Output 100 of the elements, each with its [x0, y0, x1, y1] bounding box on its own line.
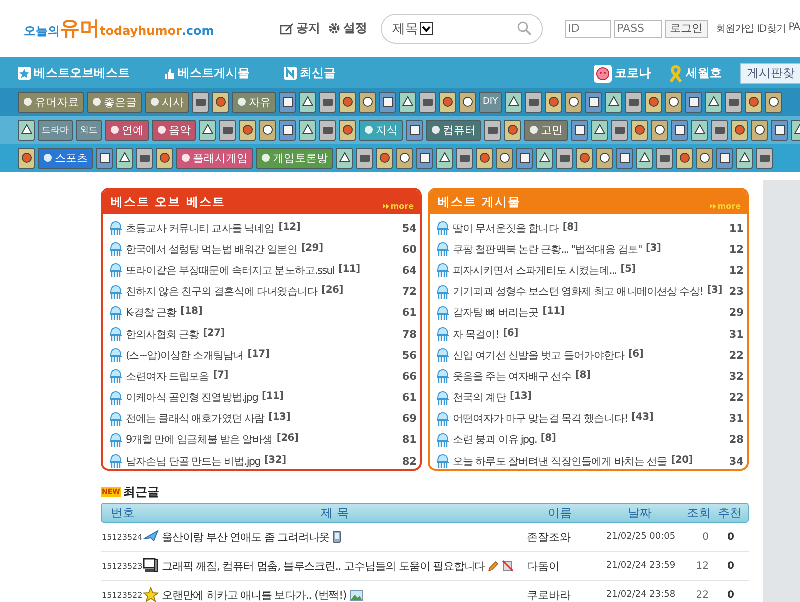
- board-button[interactable]: [756, 148, 773, 168]
- board-button[interactable]: [259, 120, 276, 140]
- board-button[interactable]: [556, 148, 573, 168]
- board-button[interactable]: [376, 148, 393, 168]
- post-title-link[interactable]: 감자탕 뼈 버리는곳: [453, 306, 539, 320]
- board-button[interactable]: [476, 148, 493, 168]
- board-button[interactable]: [279, 120, 296, 140]
- board-button[interactable]: [645, 92, 662, 112]
- notice-link[interactable]: 공지: [280, 20, 320, 37]
- search-field[interactable]: 제목: [381, 14, 544, 44]
- board-button[interactable]: [705, 92, 722, 112]
- board-button[interactable]: [399, 92, 416, 112]
- post-title-link[interactable]: 천국의 계단: [453, 391, 506, 406]
- board-button[interactable]: [359, 92, 376, 112]
- post-title-link[interactable]: (스~압)이상한 소개팅남녀: [126, 348, 244, 363]
- board-button[interactable]: [636, 148, 653, 168]
- board-button[interactable]: [18, 120, 35, 140]
- board-button[interactable]: [505, 92, 522, 112]
- settings-link[interactable]: 설정: [328, 20, 368, 37]
- board-button[interactable]: [396, 148, 413, 168]
- board-button[interactable]: [545, 92, 562, 112]
- board-button[interactable]: [696, 148, 713, 168]
- board-button[interactable]: 좋은글: [87, 92, 142, 112]
- post-title-link[interactable]: 쿠팡 철판맥북 논란 근황... "법적대응 검토": [453, 242, 642, 257]
- board-button[interactable]: [339, 92, 356, 112]
- post-title-link[interactable]: 딸이 무서운짓을 합니다: [453, 222, 559, 236]
- board-button[interactable]: [339, 120, 356, 140]
- board-button[interactable]: [136, 148, 153, 168]
- scope-dropdown[interactable]: 제목: [392, 20, 434, 38]
- board-button[interactable]: [596, 148, 613, 168]
- board-button[interactable]: [565, 92, 582, 112]
- post-title-link[interactable]: 남자손님 단골 만드는 비법.jpg: [126, 454, 260, 469]
- board-button[interactable]: [751, 120, 768, 140]
- board-button[interactable]: [96, 148, 113, 168]
- board-button[interactable]: [379, 92, 396, 112]
- board-button[interactable]: 컴퓨터: [426, 120, 481, 140]
- logo[interactable]: 오늘의 유머 todayhumor.com: [22, 15, 216, 42]
- board-button[interactable]: [299, 92, 316, 112]
- board-button[interactable]: [299, 120, 316, 140]
- board-button[interactable]: [656, 148, 673, 168]
- board-button[interactable]: [416, 148, 433, 168]
- board-button[interactable]: [419, 92, 436, 112]
- board-button[interactable]: [536, 148, 553, 168]
- password-field[interactable]: PASS: [614, 20, 662, 38]
- board-button[interactable]: [676, 148, 693, 168]
- board-button[interactable]: [484, 120, 501, 140]
- board-button[interactable]: [725, 92, 742, 112]
- board-button[interactable]: [731, 120, 748, 140]
- post-title-link[interactable]: 소련여자 드립모음: [126, 370, 210, 384]
- board-button[interactable]: [219, 120, 236, 140]
- board-button[interactable]: [436, 148, 453, 168]
- account-link[interactable]: 회원가입: [716, 22, 754, 36]
- post-title-link[interactable]: 한국에서 설렁탕 먹는법 배워간 일본인: [126, 242, 298, 257]
- post-title-link[interactable]: 친하지 않은 친구의 결혼식에 다녀왔습니다: [126, 285, 318, 300]
- post-title-link[interactable]: 9개월 만에 임금체불 받은 알바생: [126, 433, 273, 448]
- post-title-link[interactable]: 전에는 클래식 애호가였던 사람: [126, 412, 265, 426]
- board-button[interactable]: [356, 148, 373, 168]
- post-title-link[interactable]: 그래픽 깨짐, 컴퓨터 멈춤, 블루스크린.. 고수님들의 도움이 필요합니다: [162, 558, 486, 574]
- board-button[interactable]: [771, 120, 788, 140]
- board-button[interactable]: [239, 120, 256, 140]
- board-button[interactable]: 음악: [152, 120, 196, 140]
- board-button[interactable]: [504, 120, 521, 140]
- post-title-link[interactable]: 피자시키면서 스파게티도 시켰는데...: [453, 264, 617, 278]
- post-title-link[interactable]: 초등교사 커뮤니티 교사를 닉네임: [126, 222, 275, 236]
- board-button[interactable]: [765, 92, 782, 112]
- board-button[interactable]: [651, 120, 668, 140]
- account-link[interactable]: PA: [788, 22, 800, 36]
- board-button[interactable]: [18, 148, 35, 168]
- board-button[interactable]: [665, 92, 682, 112]
- board-button[interactable]: [456, 148, 473, 168]
- login-button[interactable]: 로그인: [665, 20, 708, 38]
- board-button[interactable]: [611, 120, 628, 140]
- post-title-link[interactable]: 오랜만에 히카고 애니를 보다가.. (번쩍!): [162, 588, 347, 602]
- board-button[interactable]: 연예: [105, 120, 149, 140]
- board-button[interactable]: [496, 148, 513, 168]
- board-button[interactable]: [671, 120, 688, 140]
- board-button[interactable]: 유머자료: [18, 92, 84, 112]
- board-button[interactable]: [625, 92, 642, 112]
- post-title-link[interactable]: 신입 여기선 신발을 벗고 들어가야한다: [453, 348, 624, 363]
- board-button[interactable]: [711, 120, 728, 140]
- board-button[interactable]: 자유: [232, 92, 276, 112]
- board-button[interactable]: 스포츠: [38, 148, 93, 168]
- board-button[interactable]: 시사: [145, 92, 189, 112]
- post-title-link[interactable]: 울산이랑 부산 연애도 좀 그려려나옷: [162, 530, 330, 544]
- board-button[interactable]: [279, 92, 296, 112]
- board-button[interactable]: [716, 148, 733, 168]
- post-title-link[interactable]: 자 목걸이!: [453, 328, 500, 342]
- account-link[interactable]: ID찾기: [757, 22, 786, 36]
- board-button[interactable]: [685, 92, 702, 112]
- post-title-link[interactable]: 오늘 하루도 잘버텨낸 직장인들에게 바치는 선물: [453, 454, 668, 469]
- board-button[interactable]: [616, 148, 633, 168]
- board-button[interactable]: [319, 92, 336, 112]
- post-title-link[interactable]: 소련 붕괴 이유 jpg.: [453, 433, 537, 448]
- board-button[interactable]: [439, 92, 456, 112]
- board-button[interactable]: [336, 148, 353, 168]
- board-button[interactable]: [192, 92, 209, 112]
- post-title-link[interactable]: 어떤여자가 마구 맞는걸 목격 했습니다!: [453, 412, 628, 426]
- post-title-link[interactable]: 이케아식 곰인형 진열방법.jpg: [126, 391, 258, 406]
- board-button[interactable]: [459, 92, 476, 112]
- board-button[interactable]: 플래시게임: [176, 148, 253, 168]
